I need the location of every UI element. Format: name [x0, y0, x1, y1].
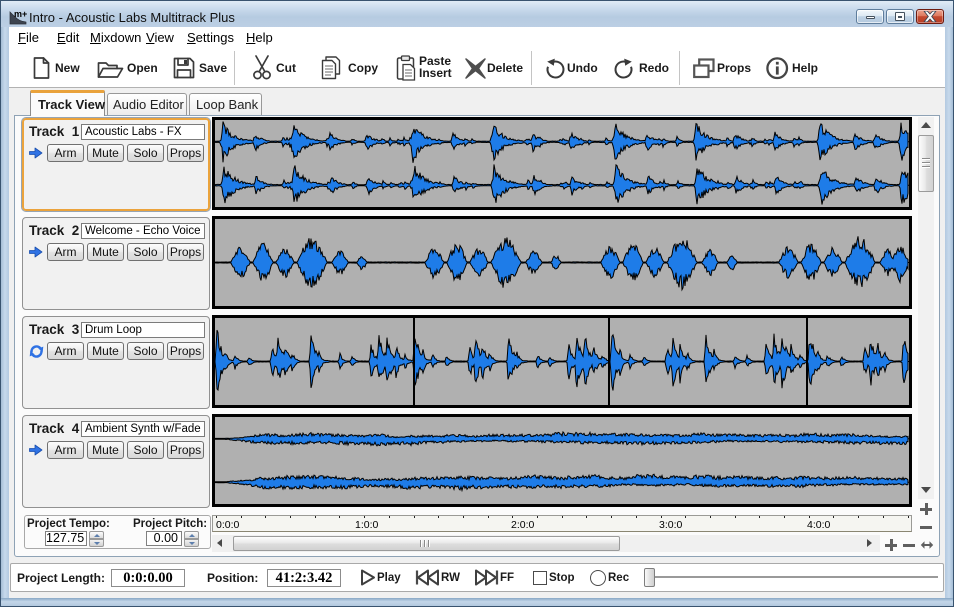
- svg-text:m+: m+: [14, 9, 27, 19]
